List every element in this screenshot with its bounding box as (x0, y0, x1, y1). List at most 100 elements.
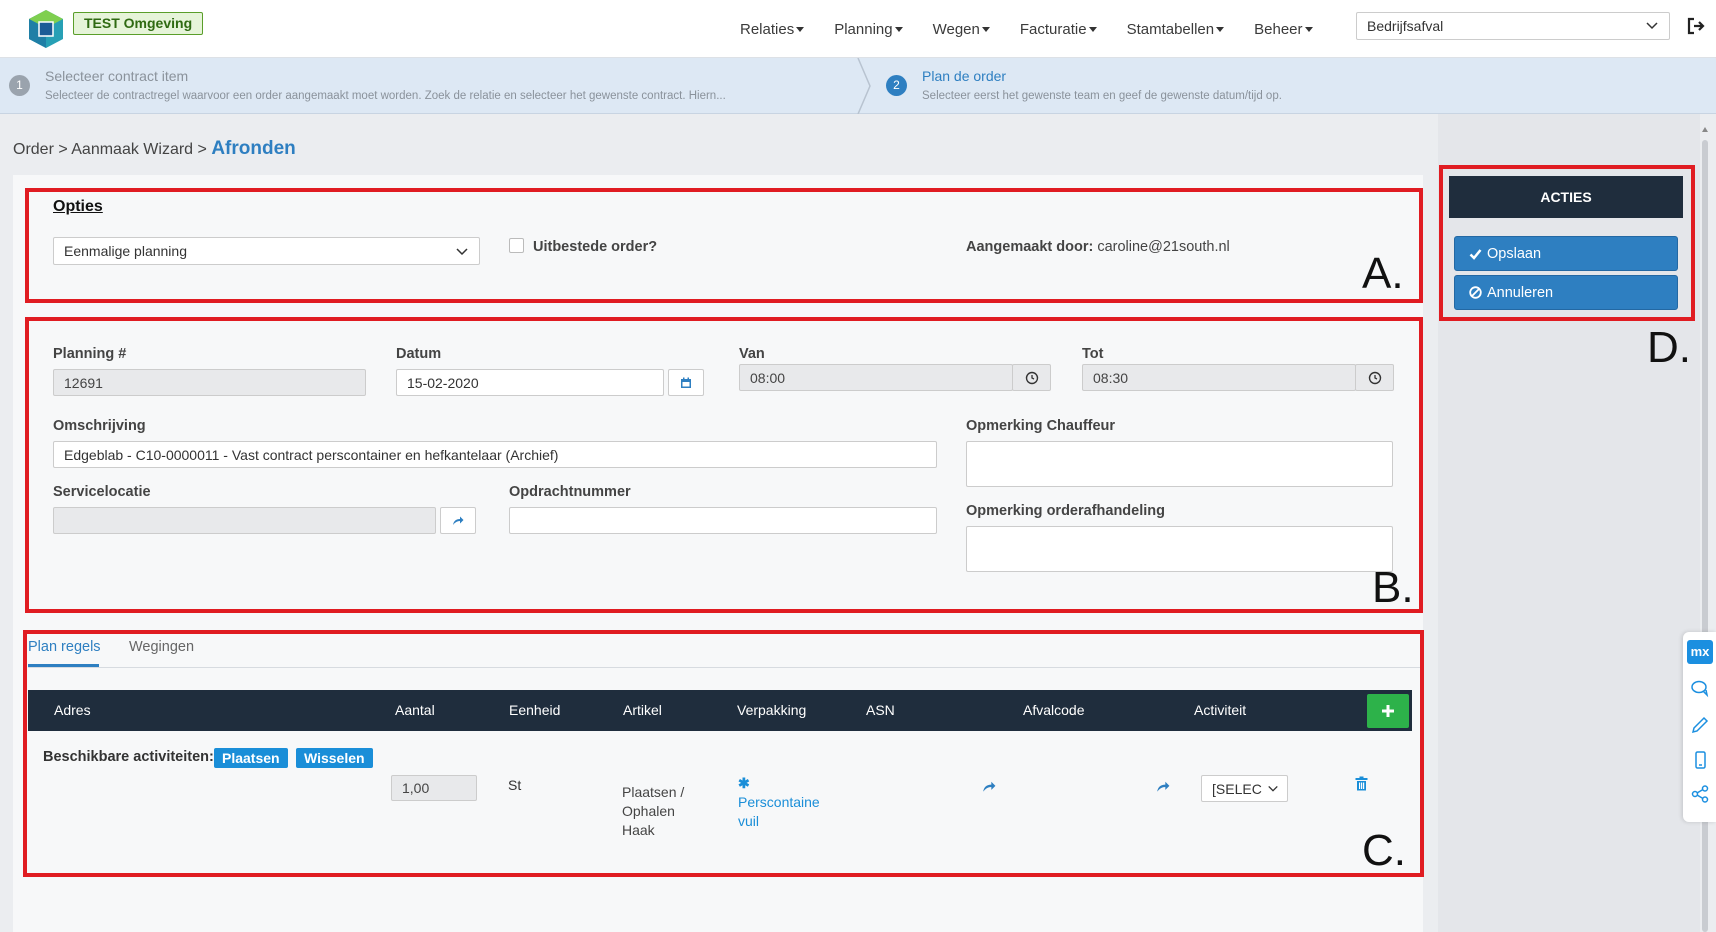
description-label: Omschrijving (53, 418, 146, 434)
chevron-down-icon (456, 248, 468, 256)
wizard-step-2[interactable]: 2 Plan de order Selecteer eerst het gewe… (876, 58, 1716, 114)
options-title: Opties (53, 198, 103, 215)
order-number-label: Opdrachtnummer (509, 484, 631, 500)
chevron-down-icon (1646, 22, 1658, 30)
column-header-verpakking: Verpakking (737, 702, 807, 718)
marker-d: D. (1647, 323, 1691, 372)
caret-down-icon (981, 26, 990, 32)
chat-icon[interactable] (1690, 679, 1710, 699)
step-number: 2 (886, 75, 907, 96)
add-row-button[interactable] (1367, 694, 1409, 728)
order-note-textarea[interactable] (966, 526, 1393, 572)
asn-open-button[interactable] (982, 780, 996, 797)
activity-chip-plaatsen[interactable]: Plaatsen (214, 748, 288, 768)
calendar-icon (681, 377, 691, 388)
plus-icon (1382, 705, 1394, 717)
planning-type-value: Eenmalige planning (64, 243, 187, 259)
column-header-adres: Adres (54, 702, 91, 718)
check-icon (1469, 248, 1482, 260)
share-arrow-icon (983, 781, 996, 792)
company-select[interactable]: Bedrijfsafval (1356, 12, 1670, 40)
company-select-value: Bedrijfsafval (1367, 18, 1444, 34)
driver-note-label: Opmerking Chauffeur (966, 418, 1116, 434)
actions-header: ACTIES (1449, 176, 1683, 218)
nav-wegen[interactable]: Wegen (933, 21, 990, 38)
step-title: Plan de order (922, 68, 1007, 84)
scroll-up-arrow-icon[interactable] (1701, 126, 1709, 134)
tab-plan-regels[interactable]: Plan regels (28, 639, 101, 655)
logout-icon[interactable] (1686, 16, 1706, 36)
order-number-field[interactable] (509, 507, 937, 534)
caret-down-icon (1088, 26, 1097, 32)
breadcrumb-path[interactable]: Order > Aanmaak Wizard > (13, 141, 211, 158)
nav-facturatie[interactable]: Facturatie (1020, 21, 1097, 38)
cancel-button[interactable]: Annuleren (1454, 275, 1678, 310)
step-chevron-divider (857, 58, 871, 114)
table-header: Adres Aantal Eenheid Artikel Verpakking … (28, 690, 1412, 731)
column-header-aantal: Aantal (395, 702, 435, 718)
from-time-field[interactable]: 08:00 (739, 364, 1013, 391)
column-header-eenheid: Eenheid (509, 702, 561, 718)
date-label: Datum (396, 346, 442, 362)
marker-a: A. (1362, 249, 1404, 298)
save-button[interactable]: Opslaan (1454, 236, 1678, 271)
delete-row-button[interactable] (1355, 776, 1368, 794)
created-by: Aangemaakt door: caroline@21south.nl (966, 239, 1230, 255)
packaging-link[interactable]: ✱ Perscontaine vuil (738, 774, 820, 831)
planning-type-select[interactable]: Eenmalige planning (53, 237, 480, 265)
wizard-step-1[interactable]: 1 Selecteer contract item Selecteer de c… (0, 58, 856, 114)
nav-planning[interactable]: Planning (834, 21, 903, 38)
column-header-asn: ASN (866, 702, 895, 718)
activity-chip-wisselen[interactable]: Wisselen (296, 748, 373, 768)
activity-select-value: [SELEC (1212, 781, 1262, 797)
caret-down-icon (796, 26, 805, 32)
breadcrumb: Order > Aanmaak Wizard > Afronden (13, 138, 296, 160)
top-navbar: TEST Omgeving Relaties Planning Wegen Fa… (0, 0, 1716, 58)
from-time-button[interactable] (1012, 364, 1051, 391)
planning-number-label: Planning # (53, 346, 127, 362)
outsourced-checkbox[interactable] (509, 238, 524, 253)
app-logo-icon[interactable] (26, 8, 66, 50)
mobile-icon[interactable] (1690, 750, 1710, 770)
tab-wegingen[interactable]: Wegingen (129, 639, 194, 655)
to-label: Tot (1082, 346, 1104, 362)
service-location-field[interactable] (53, 507, 436, 534)
from-label: Van (739, 346, 765, 362)
caret-down-icon (894, 26, 903, 32)
driver-note-textarea[interactable] (966, 441, 1393, 487)
cancel-button-label: Annuleren (1487, 284, 1554, 301)
quantity-field[interactable]: 1,00 (391, 775, 477, 801)
created-by-value: caroline@21south.nl (1097, 239, 1230, 255)
order-note-label: Opmerking orderafhandeling (966, 503, 1165, 519)
caret-down-icon (1304, 26, 1313, 32)
to-time-button[interactable] (1355, 364, 1394, 391)
trash-icon (1355, 776, 1368, 791)
calendar-button[interactable] (668, 369, 704, 396)
caret-down-icon (1216, 26, 1225, 32)
share-icon[interactable] (1690, 784, 1710, 804)
main-nav: Relaties Planning Wegen Facturatie Stamt… (740, 0, 1343, 58)
to-time-field[interactable]: 08:30 (1082, 364, 1356, 391)
pencil-icon[interactable] (1690, 715, 1710, 735)
nav-stamtabellen[interactable]: Stamtabellen (1127, 21, 1225, 38)
ban-icon (1469, 286, 1482, 299)
service-location-open-button[interactable] (440, 507, 476, 534)
created-by-label: Aangemaakt door: (966, 239, 1094, 255)
clock-icon (1368, 371, 1381, 384)
column-header-artikel: Artikel (623, 702, 662, 718)
asterisk-icon: ✱ (738, 775, 750, 791)
description-field[interactable]: Edgeblab - C10-0000011 - Vast contract p… (53, 441, 937, 468)
activity-select[interactable]: [SELEC (1201, 775, 1288, 802)
nav-relaties[interactable]: Relaties (740, 21, 805, 38)
marker-c: C. (1362, 826, 1406, 875)
afvalcode-open-button[interactable] (1156, 780, 1170, 797)
nav-beheer[interactable]: Beheer (1254, 21, 1313, 38)
mendix-logo-icon[interactable]: mx (1687, 640, 1713, 664)
chevron-down-icon (1268, 785, 1278, 792)
date-field[interactable]: 15-02-2020 (396, 369, 664, 396)
available-activities-label: Beschikbare activiteiten: (43, 749, 214, 765)
column-header-afvalcode: Afvalcode (1023, 702, 1085, 718)
step-description: Selecteer eerst het gewenste team en gee… (922, 90, 1282, 102)
share-arrow-icon (453, 516, 464, 525)
column-header-activiteit: Activiteit (1194, 702, 1247, 718)
